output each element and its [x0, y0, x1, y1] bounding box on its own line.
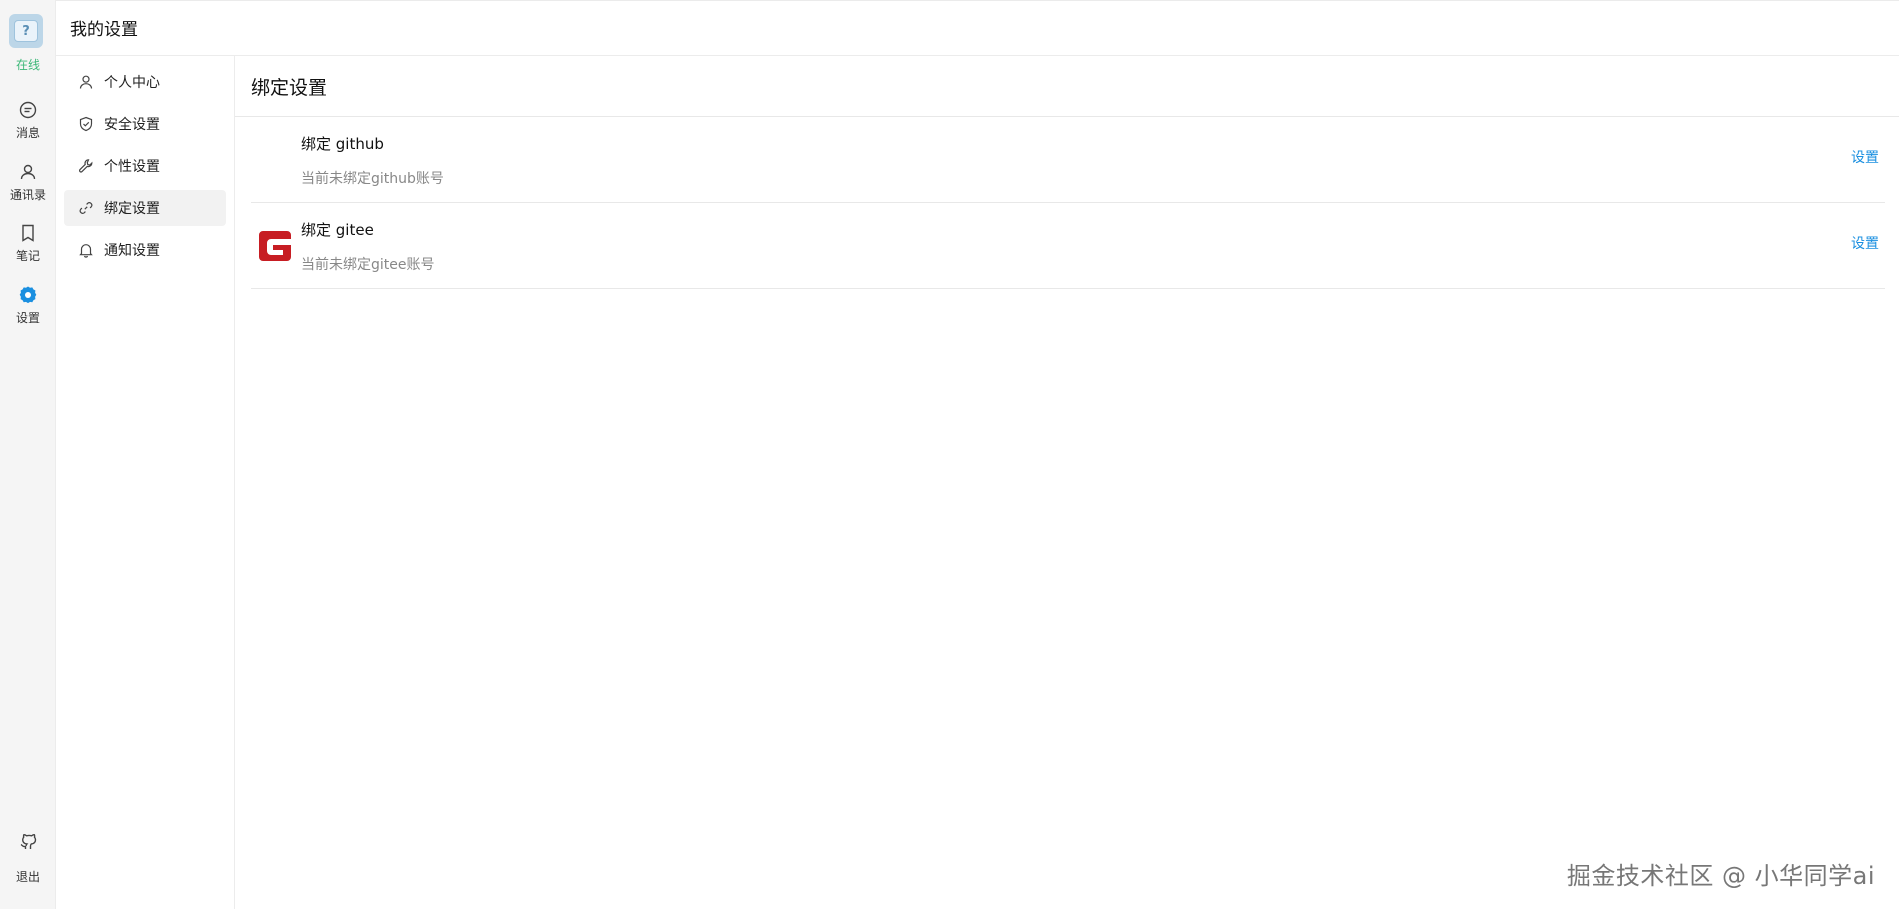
binding-row-gitee: 绑定 gitee 当前未绑定gitee账号 设置 [251, 203, 1885, 289]
rail-item-label: 消息 [15, 126, 40, 140]
binding-row-github: 绑定 github 当前未绑定github账号 设置 [251, 117, 1885, 203]
logout-label: 退出 [15, 870, 40, 884]
nav-item-label: 个人中心 [104, 75, 160, 91]
binding-name: 绑定 gitee [301, 221, 374, 239]
page-title: 我的设置 [70, 20, 138, 40]
message-icon [19, 101, 37, 119]
wrench-icon [79, 159, 93, 173]
nav-item-notifications[interactable]: 通知设置 [64, 232, 226, 268]
nav-item-label: 通知设置 [104, 243, 160, 259]
binding-status: 当前未绑定gitee账号 [301, 257, 435, 273]
github-settings-link[interactable]: 设置 [1851, 147, 1879, 167]
settings-nav: 个人中心 安全设置 个性设置 绑定设置 通知设置 [56, 56, 235, 909]
user-icon [79, 75, 93, 89]
github-icon [20, 834, 37, 849]
shield-icon [79, 116, 93, 132]
bell-icon [79, 244, 93, 258]
nav-item-label: 个性设置 [104, 159, 160, 175]
binding-settings-panel: 绑定设置 绑定 github 当前未绑定github账号 设置 绑定 gitee… [235, 56, 1899, 909]
rail-item-settings[interactable]: 设置 [0, 285, 56, 326]
link-icon [79, 202, 93, 214]
gear-icon [19, 286, 37, 304]
nav-item-label: 安全设置 [104, 117, 160, 133]
rail-item-label: 通讯录 [9, 188, 46, 202]
rail-item-contacts[interactable]: 通讯录 [0, 162, 56, 203]
rail-item-messages[interactable]: 消息 [0, 100, 56, 141]
notebook-icon [22, 224, 34, 242]
binding-status: 当前未绑定github账号 [301, 171, 444, 187]
rail-item-notes[interactable]: 笔记 [0, 223, 56, 264]
watermark: 掘金技术社区 @ 小华同学ai [1566, 862, 1875, 890]
gitee-settings-link[interactable]: 设置 [1851, 233, 1879, 253]
nav-item-label: 绑定设置 [104, 201, 160, 217]
rail-item-label: 设置 [15, 311, 40, 325]
nav-item-binding[interactable]: 绑定设置 [64, 190, 226, 226]
question-icon: ? [14, 20, 38, 42]
avatar[interactable]: ? [9, 14, 43, 48]
binding-name: 绑定 github [301, 135, 384, 153]
logout-button[interactable]: 退出 [0, 832, 56, 885]
nav-item-profile[interactable]: 个人中心 [64, 64, 226, 100]
contacts-icon [20, 164, 36, 180]
rail-item-label: 笔记 [15, 249, 40, 263]
github-logo [257, 143, 293, 179]
page-header: 我的设置 [56, 0, 1899, 56]
nav-item-security[interactable]: 安全设置 [64, 106, 226, 142]
gitee-logo [257, 229, 293, 265]
online-status: 在线 [15, 58, 40, 72]
section-title: 绑定设置 [251, 77, 328, 99]
app-rail: ? 在线 消息 通讯录 笔记 设置 退出 [0, 0, 56, 909]
nav-item-personalize[interactable]: 个性设置 [64, 148, 226, 184]
